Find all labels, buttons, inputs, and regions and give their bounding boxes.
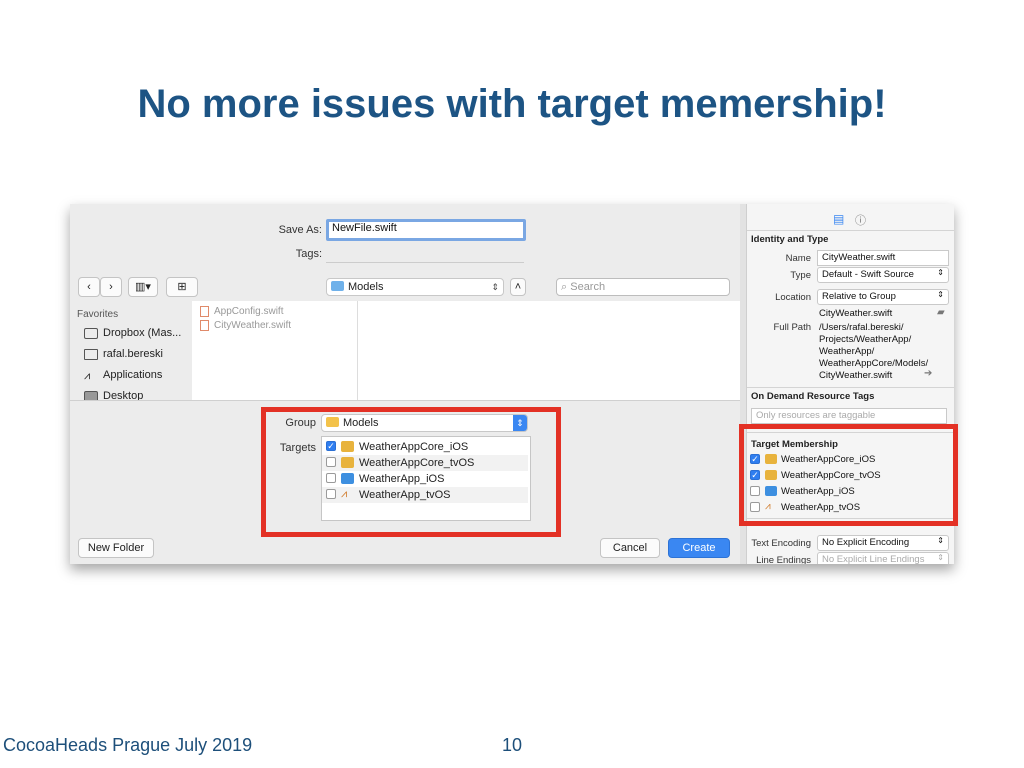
location-popup[interactable]: Models ⇕: [326, 278, 504, 296]
text-encoding-value: No Explicit Encoding: [822, 537, 910, 548]
highlight-box-membership: [739, 424, 958, 526]
type-popup[interactable]: Default - Swift Source ⇕: [817, 267, 949, 283]
text-encoding-label: Text Encoding: [751, 538, 811, 549]
divider: [747, 230, 954, 231]
home-icon: [84, 348, 98, 360]
cancel-button[interactable]: Cancel: [600, 538, 660, 558]
divider: [747, 387, 954, 388]
folder-plus-icon: ⊞: [177, 281, 187, 293]
sidebar-item-dropbox[interactable]: Dropbox (Mas...: [84, 327, 181, 339]
footer-text: CocoaHeads Prague July 2019: [3, 735, 253, 755]
file-item[interactable]: CityWeather.swift: [200, 320, 291, 331]
quick-help-icon[interactable]: ⓘ: [855, 212, 866, 228]
new-folder-icon-button[interactable]: ⊞: [166, 277, 198, 297]
view-mode-button[interactable]: ▥▾: [128, 277, 158, 297]
forward-button[interactable]: ›: [100, 277, 122, 297]
full-path-label: Full Path: [773, 322, 812, 333]
file-item[interactable]: AppConfig.swift: [200, 306, 283, 317]
full-path-line: /Users/rafal.bereski/: [819, 322, 904, 333]
file-inspector-icon[interactable]: ▤: [833, 212, 844, 226]
sidebar-heading: Favorites: [77, 309, 119, 320]
updown-chevron-icon: ⇕: [937, 536, 944, 545]
slide-title: No more issues with target memership!: [137, 82, 887, 126]
expand-collapse-button[interactable]: ˄: [510, 278, 526, 296]
location-popup-label: Models: [348, 281, 384, 293]
sidebar-item-applications[interactable]: ⩘ Applications: [84, 369, 163, 382]
file-name: AppConfig.swift: [214, 306, 284, 318]
name-label: Name: [785, 253, 811, 264]
file-column: AppConfig.swift CityWeather.swift: [192, 301, 358, 400]
type-value: Default - Swift Source: [822, 269, 914, 280]
line-endings-value: No Explicit Line Endings: [822, 554, 925, 564]
reveal-arrow-icon[interactable]: ➔: [924, 368, 932, 379]
applications-icon: ⩘: [84, 369, 91, 382]
folder-icon: [84, 327, 98, 339]
save-as-input[interactable]: NewFile.swift: [326, 219, 526, 241]
swift-file-icon: [200, 306, 209, 317]
column-view-icon: ▥▾: [135, 281, 151, 293]
full-path-line: CityWeather.swift: [819, 370, 893, 381]
updown-chevron-icon: ⇕: [937, 268, 944, 277]
back-button[interactable]: ‹: [78, 277, 100, 297]
updown-chevron-icon: ⇕: [491, 282, 499, 292]
location-label: Location: [775, 292, 811, 303]
updown-chevron-icon: ⇕: [937, 290, 944, 299]
tags-input[interactable]: [326, 245, 524, 263]
line-endings-label: Line Endings: [756, 555, 811, 564]
full-path-line: WeatherApp/: [819, 346, 875, 357]
sidebar-item-label: Applications: [103, 369, 163, 381]
search-field[interactable]: ⌕ Search: [556, 278, 730, 296]
search-placeholder: Search: [570, 281, 606, 293]
name-field[interactable]: CityWeather.swift: [817, 250, 949, 266]
file-browser: AppConfig.swift CityWeather.swift: [192, 301, 740, 400]
chevron-right-icon: ›: [109, 281, 113, 293]
page-number: 10: [502, 735, 523, 755]
full-path-line: Projects/WeatherApp/: [819, 334, 912, 345]
odr-tags-field[interactable]: Only resources are taggable: [751, 408, 947, 424]
odr-heading: On Demand Resource Tags: [751, 391, 875, 402]
chevron-up-icon: ˄: [514, 281, 522, 293]
sidebar-item-home[interactable]: rafal.bereski: [84, 348, 163, 360]
new-folder-button[interactable]: New Folder: [78, 538, 154, 558]
folder-icon: [331, 281, 344, 292]
search-icon: ⌕: [561, 281, 568, 293]
chevron-left-icon: ‹: [87, 281, 91, 293]
type-label: Type: [790, 270, 811, 281]
location-file: CityWeather.swift: [819, 308, 893, 319]
create-button[interactable]: Create: [668, 538, 730, 558]
finder-sidebar: Favorites Dropbox (Mas... rafal.bereski …: [70, 301, 192, 402]
location-value: Relative to Group: [822, 291, 896, 302]
location-popup[interactable]: Relative to Group ⇕: [817, 289, 949, 305]
swift-file-icon: [200, 320, 209, 331]
text-encoding-popup[interactable]: No Explicit Encoding ⇕: [817, 535, 949, 551]
folder-icon[interactable]: ▰: [937, 307, 945, 318]
sidebar-item-label: Dropbox (Mas...: [103, 327, 182, 339]
updown-chevron-icon: ⇕: [937, 553, 944, 562]
sidebar-item-label: rafal.bereski: [103, 348, 163, 360]
file-name: CityWeather.swift: [214, 320, 292, 332]
save-as-label: Save As:: [278, 224, 322, 236]
identity-heading: Identity and Type: [751, 234, 829, 245]
line-endings-popup[interactable]: No Explicit Line Endings ⇕: [817, 552, 949, 564]
full-path-line: WeatherAppCore/Models/: [819, 358, 929, 369]
highlight-box-targets: [261, 407, 561, 537]
tags-label: Tags:: [295, 248, 322, 260]
